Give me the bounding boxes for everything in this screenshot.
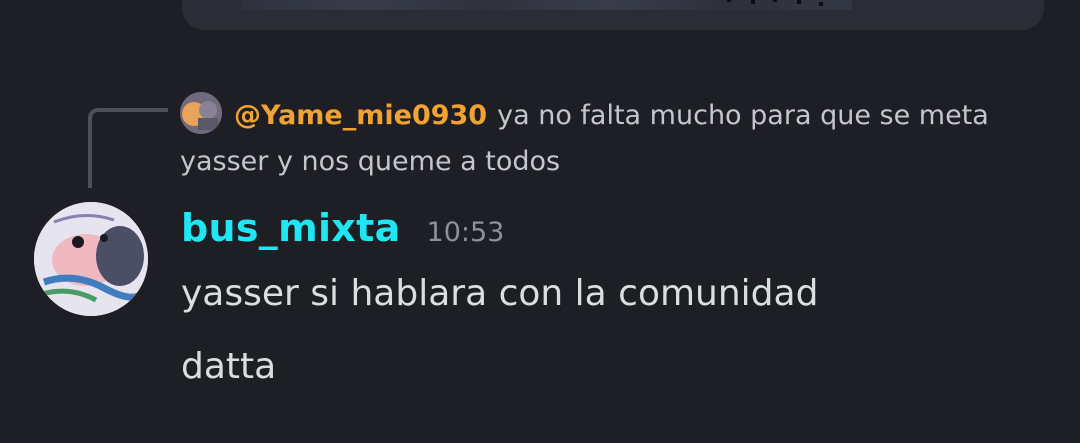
message-timestamp[interactable]: 10:53 <box>427 217 505 248</box>
message-text: datta <box>181 346 277 387</box>
author-avatar-icon[interactable] <box>34 202 148 316</box>
reply-connector-line <box>88 108 168 188</box>
embed-image-detail <box>727 0 827 10</box>
author-username[interactable]: bus_mixta <box>181 206 401 250</box>
message-header: bus_mixta 10:53 <box>181 206 504 266</box>
reply-avatar-icon[interactable] <box>180 92 222 134</box>
message-text: yasser si hablara con la comunidad <box>181 273 819 314</box>
previous-message-embed[interactable] <box>182 0 1044 30</box>
reply-preview[interactable]: @Yame_mie0930 ya no falta mucho para que … <box>180 92 1040 185</box>
reply-mention[interactable]: @Yame_mie0930 <box>234 100 487 131</box>
